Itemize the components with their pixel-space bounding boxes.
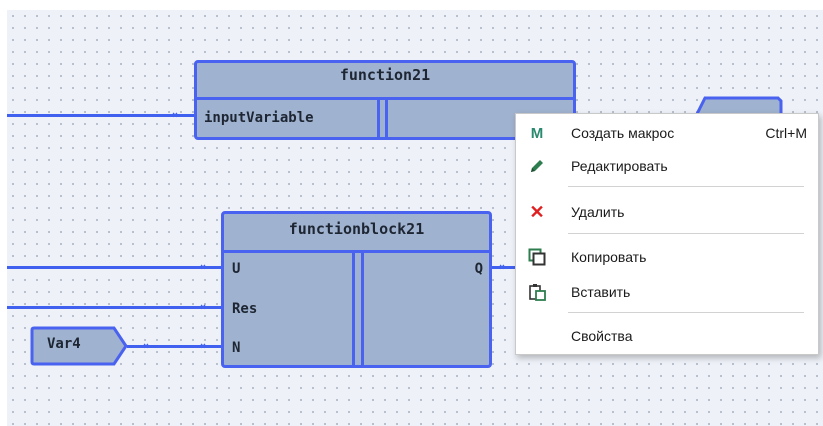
copy-icon: [527, 247, 547, 267]
wire-x-marker: ×: [200, 302, 207, 313]
block-divider: [224, 250, 489, 253]
menu-item-label: Копировать: [571, 249, 647, 265]
menu-separator: [568, 312, 804, 313]
menu-item-create-macro[interactable]: M Создать макрос Ctrl+M: [517, 118, 817, 148]
wire-n[interactable]: [127, 345, 223, 348]
wire-res[interactable]: [7, 306, 223, 309]
menu-item-copy[interactable]: Копировать: [517, 242, 817, 272]
wire-u[interactable]: [7, 266, 223, 269]
menu-separator: [568, 233, 804, 234]
wire-x-marker: ×: [200, 262, 207, 273]
wire-input-variable[interactable]: [7, 114, 197, 117]
menu-item-label: Удалить: [571, 204, 625, 220]
wire-x-marker: ×: [172, 110, 179, 121]
block-title: functionblock21: [288, 220, 425, 238]
block-divider: [385, 97, 388, 137]
menu-item-edit[interactable]: Редактировать: [517, 151, 817, 181]
menu-item-delete[interactable]: ✕ Удалить: [517, 197, 817, 227]
block-title: function21: [339, 66, 431, 84]
menu-item-label: Создать макрос: [571, 125, 675, 141]
block-divider: [361, 250, 364, 365]
pencil-icon: [527, 156, 547, 176]
menu-item-label: Свойства: [571, 328, 633, 344]
port-q[interactable]: Q: [475, 261, 483, 277]
menu-item-paste[interactable]: Вставить: [517, 277, 817, 307]
port-u[interactable]: U: [232, 261, 240, 277]
var4-label: Var4: [47, 336, 81, 352]
wire-x-marker: ×: [499, 262, 506, 273]
delete-x-icon: ✕: [529, 201, 545, 222]
menu-item-label: Редактировать: [571, 158, 668, 174]
menu-item-label: Вставить: [571, 284, 631, 300]
menu-item-shortcut: Ctrl+M: [765, 125, 807, 141]
wire-x-marker: ×: [200, 341, 207, 352]
menu-separator: [568, 186, 804, 187]
block-divider: [377, 97, 380, 137]
port-n[interactable]: N: [232, 340, 240, 356]
block-divider: [352, 250, 355, 365]
paste-icon: [527, 282, 547, 302]
wire-x-marker: ×: [143, 341, 150, 352]
macro-m-icon: M: [530, 124, 544, 142]
port-res[interactable]: Res: [232, 301, 257, 317]
context-menu: M Создать макрос Ctrl+M Редактировать ✕ …: [515, 113, 819, 355]
menu-item-properties[interactable]: Свойства: [517, 321, 817, 351]
function-block-functionblock21[interactable]: functionblock21 U Res N Q: [221, 211, 492, 368]
port-input-variable[interactable]: inputVariable: [204, 110, 314, 126]
